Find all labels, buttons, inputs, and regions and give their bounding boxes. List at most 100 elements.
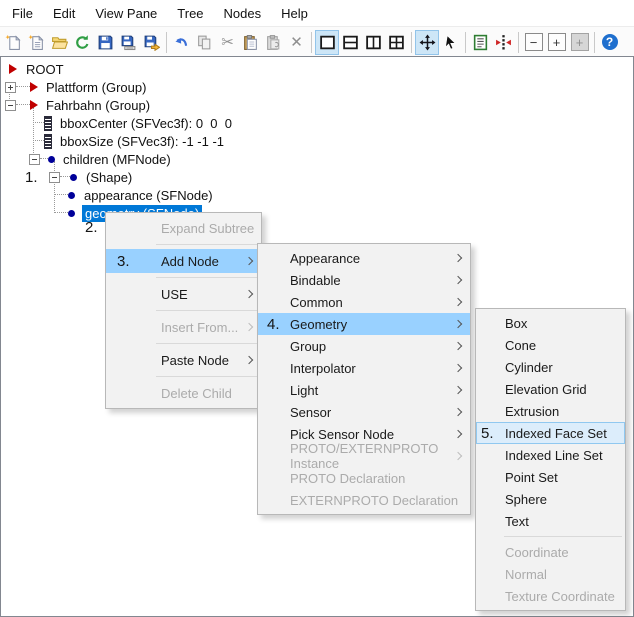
delete-button[interactable]: ✕: [285, 30, 308, 55]
pane-quad-button[interactable]: [385, 30, 408, 55]
menu-separator: [156, 376, 258, 377]
undo-button[interactable]: [170, 30, 193, 55]
menu-item-sensor[interactable]: Sensor: [258, 401, 470, 423]
refresh-button[interactable]: [71, 30, 94, 55]
collapse-minus-icon[interactable]: [29, 154, 40, 165]
paste-icon: [242, 34, 259, 51]
field-icon: [44, 116, 52, 131]
pane-hsplit-button[interactable]: [339, 30, 362, 55]
expand-plus-icon[interactable]: [5, 82, 16, 93]
step-3-annotation: 3.: [117, 253, 130, 270]
route-icon: [495, 34, 512, 51]
select-tool-button[interactable]: [439, 30, 462, 55]
tree-row-appearance[interactable]: appearance (SFNode): [1, 186, 633, 204]
zoom-out-button[interactable]: −: [522, 30, 545, 55]
menu-help[interactable]: Help: [271, 1, 318, 26]
menu-file[interactable]: File: [2, 1, 43, 26]
menu-item-indexed-line-set[interactable]: Indexed Line Set: [476, 444, 625, 466]
chevron-right-icon: [245, 257, 253, 265]
menu-item-elevation-grid[interactable]: Elevation Grid: [476, 378, 625, 400]
menu-item-geometry[interactable]: 4. Geometry: [258, 313, 470, 335]
menu-item-appearance[interactable]: Appearance: [258, 247, 470, 269]
export-icon: [143, 34, 160, 51]
new-button[interactable]: [2, 30, 25, 55]
menu-item-add-node[interactable]: 3. Add Node: [106, 249, 261, 273]
save-all-button[interactable]: [117, 30, 140, 55]
toolbar-separator: [311, 32, 312, 53]
tree-label[interactable]: (Shape): [86, 170, 132, 185]
pane-single-icon: [319, 34, 336, 51]
pane-vsplit-button[interactable]: [362, 30, 385, 55]
menu-item-common[interactable]: Common: [258, 291, 470, 313]
pane-vsplit-icon: [365, 34, 382, 51]
chevron-right-icon: [245, 356, 253, 364]
help-icon: ?: [602, 34, 618, 50]
collapse-minus-icon[interactable]: [5, 100, 16, 111]
chevron-right-icon: [454, 408, 462, 416]
script-view-button[interactable]: [469, 30, 492, 55]
new-template-button[interactable]: [25, 30, 48, 55]
chevron-right-icon: [454, 298, 462, 306]
menu-view-pane[interactable]: View Pane: [85, 1, 167, 26]
menu-item-light[interactable]: Light: [258, 379, 470, 401]
menu-item-text[interactable]: Text: [476, 510, 625, 532]
cut-button[interactable]: ✂: [216, 30, 239, 55]
menu-item-delete-child: Delete Child: [106, 381, 261, 405]
tree-label[interactable]: Plattform (Group): [46, 80, 146, 95]
menu-edit[interactable]: Edit: [43, 1, 85, 26]
zoom-in-button[interactable]: +: [545, 30, 568, 55]
menu-nodes[interactable]: Nodes: [214, 1, 272, 26]
tree-label[interactable]: bboxSize (SFVec3f): -1 -1 -1: [60, 134, 224, 149]
menu-item-interpolator[interactable]: Interpolator: [258, 357, 470, 379]
export-button[interactable]: [140, 30, 163, 55]
group-arrow-icon: [9, 64, 17, 74]
tree-label[interactable]: Fahrbahn (Group): [46, 98, 150, 113]
tree-row-shape[interactable]: 1. (Shape): [1, 168, 633, 186]
pane-single-button[interactable]: [315, 30, 339, 55]
menu-item-paste-node[interactable]: Paste Node: [106, 348, 261, 372]
tree-row-fahrbahn[interactable]: Fahrbahn (Group): [1, 96, 633, 114]
menu-item-cone[interactable]: Cone: [476, 334, 625, 356]
tree-row-root[interactable]: ROOT: [1, 60, 633, 78]
menu-item-use[interactable]: USE: [106, 282, 261, 306]
help-button[interactable]: ?: [598, 30, 621, 55]
open-button[interactable]: [48, 30, 71, 55]
menu-item-extrusion[interactable]: Extrusion: [476, 400, 625, 422]
move-icon: [419, 34, 436, 51]
tree-row-plattform[interactable]: Plattform (Group): [1, 78, 633, 96]
cursor-icon: [442, 34, 459, 51]
save-button[interactable]: [94, 30, 117, 55]
plus-disabled-icon: +: [571, 33, 589, 51]
cut-icon: ✂: [221, 35, 234, 50]
tree-label[interactable]: children (MFNode): [63, 152, 171, 167]
menu-separator: [504, 536, 622, 537]
toolbar: ✂ ✕ − + + ?: [0, 27, 634, 57]
tree-row-bboxcenter[interactable]: bboxCenter (SFVec3f): 0 0 0: [1, 114, 633, 132]
step-5-annotation: 5.: [481, 425, 494, 442]
menu-item-expand-subtree: Expand Subtree: [106, 216, 261, 240]
menu-bar: File Edit View Pane Tree Nodes Help: [0, 0, 634, 27]
tree-label[interactable]: appearance (SFNode): [84, 188, 213, 203]
add-node-submenu: Appearance Bindable Common 4. Geometry G…: [257, 243, 471, 515]
menu-item-cylinder[interactable]: Cylinder: [476, 356, 625, 378]
tree-label[interactable]: ROOT: [26, 62, 64, 77]
tree-row-bboxsize[interactable]: bboxSize (SFVec3f): -1 -1 -1: [1, 132, 633, 150]
chevron-right-icon: [454, 430, 462, 438]
toolbar-separator: [166, 32, 167, 53]
menu-item-group[interactable]: Group: [258, 335, 470, 357]
tree-row-children[interactable]: children (MFNode): [1, 150, 633, 168]
menu-item-bindable[interactable]: Bindable: [258, 269, 470, 291]
menu-item-point-set[interactable]: Point Set: [476, 466, 625, 488]
move-tool-button[interactable]: [415, 30, 439, 55]
tree-label[interactable]: bboxCenter (SFVec3f): 0 0 0: [60, 116, 232, 131]
menu-item-sphere[interactable]: Sphere: [476, 488, 625, 510]
collapse-minus-icon[interactable]: [49, 172, 60, 183]
paste-button[interactable]: [239, 30, 262, 55]
chevron-right-icon: [454, 320, 462, 328]
menu-item-box[interactable]: Box: [476, 312, 625, 334]
menu-tree[interactable]: Tree: [167, 1, 213, 26]
menu-item-insert-from: Insert From...: [106, 315, 261, 339]
menu-item-indexed-face-set[interactable]: 5. Indexed Face Set: [476, 422, 625, 444]
save-icon: [97, 34, 114, 51]
route-view-button[interactable]: [492, 30, 515, 55]
